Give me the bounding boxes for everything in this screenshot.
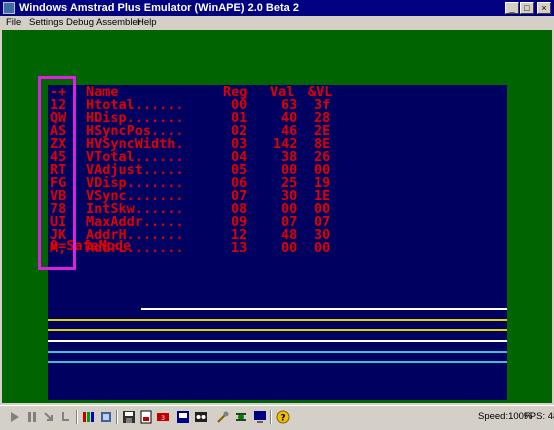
raster-line-yellow xyxy=(48,319,507,321)
menu-help[interactable]: Help xyxy=(137,16,157,30)
raster-line-cyan xyxy=(48,361,507,363)
pause-icon[interactable] xyxy=(25,410,39,424)
tape-icon[interactable] xyxy=(194,410,208,424)
raster-line-cyan xyxy=(48,351,507,353)
step-icon[interactable] xyxy=(42,410,56,424)
menu-debug[interactable]: Debug xyxy=(66,16,94,30)
window-title: Windows Amstrad Plus Emulator (WinAPE) 2… xyxy=(19,2,299,14)
toolbar-separator xyxy=(270,410,272,424)
close-button[interactable]: × xyxy=(537,2,551,14)
disk-a-icon[interactable] xyxy=(139,410,153,424)
toolbar: 3 ? Speed:100% FPS: 48 xyxy=(0,405,554,430)
palette-icon[interactable] xyxy=(82,410,96,424)
raster-line-white xyxy=(48,340,507,342)
debugger-icon[interactable] xyxy=(234,410,248,424)
title-bar[interactable]: Windows Amstrad Plus Emulator (WinAPE) 2… xyxy=(0,0,554,16)
tools-icon[interactable] xyxy=(216,410,230,424)
toolbar-separator xyxy=(116,410,118,424)
menu-assembler[interactable]: Assembler xyxy=(96,16,141,30)
toolbar-separator xyxy=(76,410,78,424)
save-disk-icon[interactable] xyxy=(122,410,136,424)
raster-line-yellow xyxy=(48,329,507,331)
play-icon[interactable] xyxy=(8,410,22,424)
menu-file[interactable]: File xyxy=(6,16,21,30)
monitor-icon[interactable] xyxy=(253,410,267,424)
emulator-screen[interactable]: -+ Name Reg Val &VL 12 Htotal...... 00 6… xyxy=(2,30,552,403)
app-icon[interactable] xyxy=(3,2,15,14)
fps-readout: FPS: 48 xyxy=(524,411,554,422)
help-icon[interactable]: ? xyxy=(276,410,290,424)
row-vl: 00 xyxy=(314,240,331,256)
row-val: 00 xyxy=(281,240,298,256)
memory-icon[interactable] xyxy=(99,410,113,424)
menu-settings[interactable]: Settings xyxy=(29,16,63,30)
disk-b-icon[interactable]: 3 xyxy=(156,410,170,424)
minimize-button[interactable]: _ xyxy=(505,2,519,14)
key-column-highlight xyxy=(38,76,76,270)
step-over-icon[interactable] xyxy=(59,410,73,424)
maximize-button[interactable]: □ xyxy=(520,2,534,14)
raster-line-white xyxy=(141,308,507,310)
snapshot-icon[interactable] xyxy=(176,410,190,424)
svg-text:?: ? xyxy=(280,414,285,424)
row-reg: 13 xyxy=(231,240,248,256)
menu-bar: File Settings Debug Assembler Help xyxy=(0,16,554,30)
svg-text:3: 3 xyxy=(161,415,165,422)
